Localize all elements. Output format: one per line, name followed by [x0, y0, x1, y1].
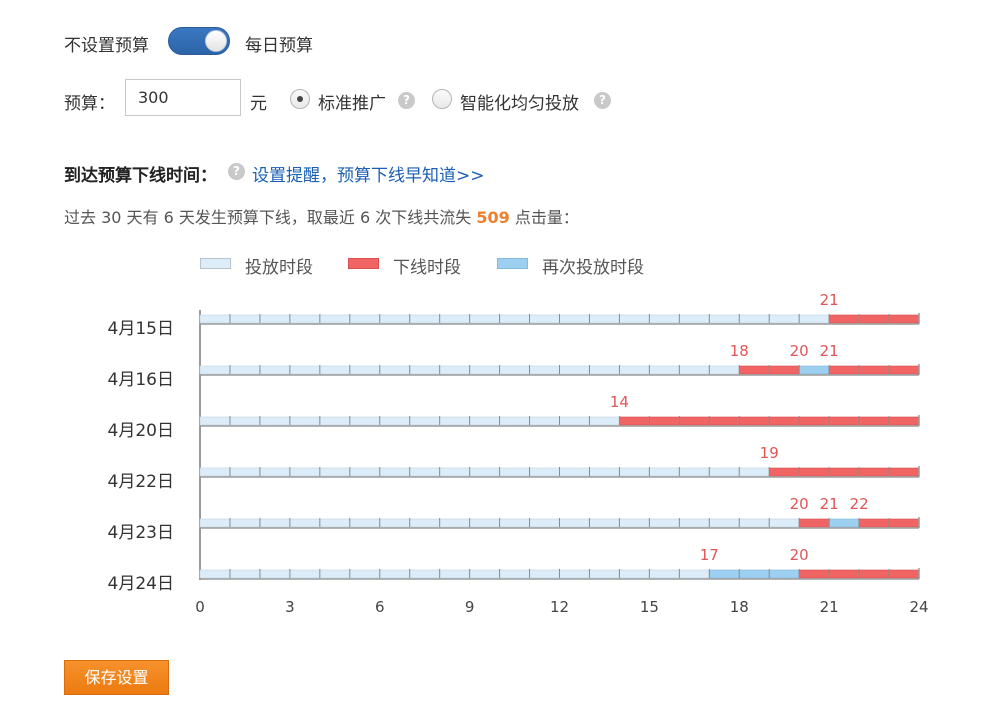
toggle-knob — [205, 30, 227, 52]
bar-segment-off — [798, 518, 830, 528]
bar-segment-on — [199, 569, 710, 579]
x-tick-label: 18 — [730, 598, 749, 616]
offline-hour-label: 20 — [790, 342, 809, 360]
legend-swatch-delivery — [200, 258, 231, 269]
summary-text-1: 过去 30 天有 6 天发生预算下线，取最近 6 次下线共流失 — [64, 208, 477, 227]
x-tick-label: 6 — [375, 598, 385, 616]
budget-unit: 元 — [250, 94, 267, 114]
daily-budget-toggle[interactable] — [168, 27, 230, 55]
x-tick-label: 0 — [195, 598, 205, 616]
bar-segment-on — [199, 467, 770, 477]
lost-clicks-count: 509 — [476, 208, 510, 227]
offline-hour-label: 21 — [820, 291, 839, 309]
question-icon[interactable]: ? — [594, 92, 611, 109]
x-tick-label: 12 — [550, 598, 569, 616]
summary-text-2: 点击量： — [509, 208, 579, 227]
offline-hour-label: 21 — [820, 342, 839, 360]
legend-label-redelivery: 再次投放时段 — [542, 258, 644, 278]
offline-hour-label: 20 — [790, 546, 809, 564]
legend-label-offline: 下线时段 — [393, 258, 461, 278]
radio-selected-dot — [297, 96, 303, 102]
budget-label: 预算： — [64, 94, 115, 114]
offline-hour-label: 18 — [730, 342, 749, 360]
daily-budget-label: 每日预算 — [245, 36, 313, 56]
reminder-link[interactable]: 设置提醒，预算下线早知道>> — [252, 161, 485, 186]
offline-summary: 过去 30 天有 6 天发生预算下线，取最近 6 次下线共流失 509 点击量： — [64, 204, 579, 228]
legend-label-delivery: 投放时段 — [245, 258, 313, 278]
x-tick-label: 21 — [820, 598, 839, 616]
bar-segment-on — [199, 314, 830, 324]
budget-offline-chart: 21 18 20 21 14 19 20 21 22 17 20 0 3 6 9 12 15 18 21 24 — [195, 291, 928, 616]
bar-segment-off — [828, 314, 920, 324]
question-icon[interactable]: ? — [228, 163, 245, 180]
legend-swatch-redelivery — [497, 258, 528, 269]
bar-segment-off — [768, 467, 920, 477]
x-tick-label: 3 — [285, 598, 295, 616]
offline-hour-label: 21 — [820, 495, 839, 513]
x-tick-label: 9 — [465, 598, 475, 616]
legend-swatch-offline — [348, 258, 379, 269]
smart-delivery-radio[interactable] — [432, 89, 452, 109]
bar-segment-again — [708, 569, 800, 579]
offline-hour-label: 20 — [790, 495, 809, 513]
smart-delivery-label[interactable]: 智能化均匀投放 — [460, 89, 579, 114]
standard-delivery-label[interactable]: 标准推广 — [318, 89, 386, 114]
bar-segment-again — [828, 518, 860, 528]
question-icon[interactable]: ? — [398, 92, 415, 109]
standard-delivery-radio[interactable] — [290, 89, 310, 109]
offline-hour-label: 19 — [760, 444, 779, 462]
offline-hour-label: 17 — [700, 546, 719, 564]
offline-time-title: 到达预算下线时间： — [64, 166, 217, 186]
budget-input[interactable] — [125, 79, 241, 116]
bar-segment-again — [798, 365, 830, 375]
save-settings-button[interactable]: 保存设置 — [64, 660, 169, 695]
offline-hour-label: 22 — [850, 495, 869, 513]
x-tick-label: 24 — [909, 598, 928, 616]
x-tick-label: 15 — [640, 598, 659, 616]
bar-segment-off — [828, 365, 920, 375]
offline-hour-label: 14 — [610, 393, 629, 411]
no-budget-label: 不设置预算 — [64, 36, 149, 56]
